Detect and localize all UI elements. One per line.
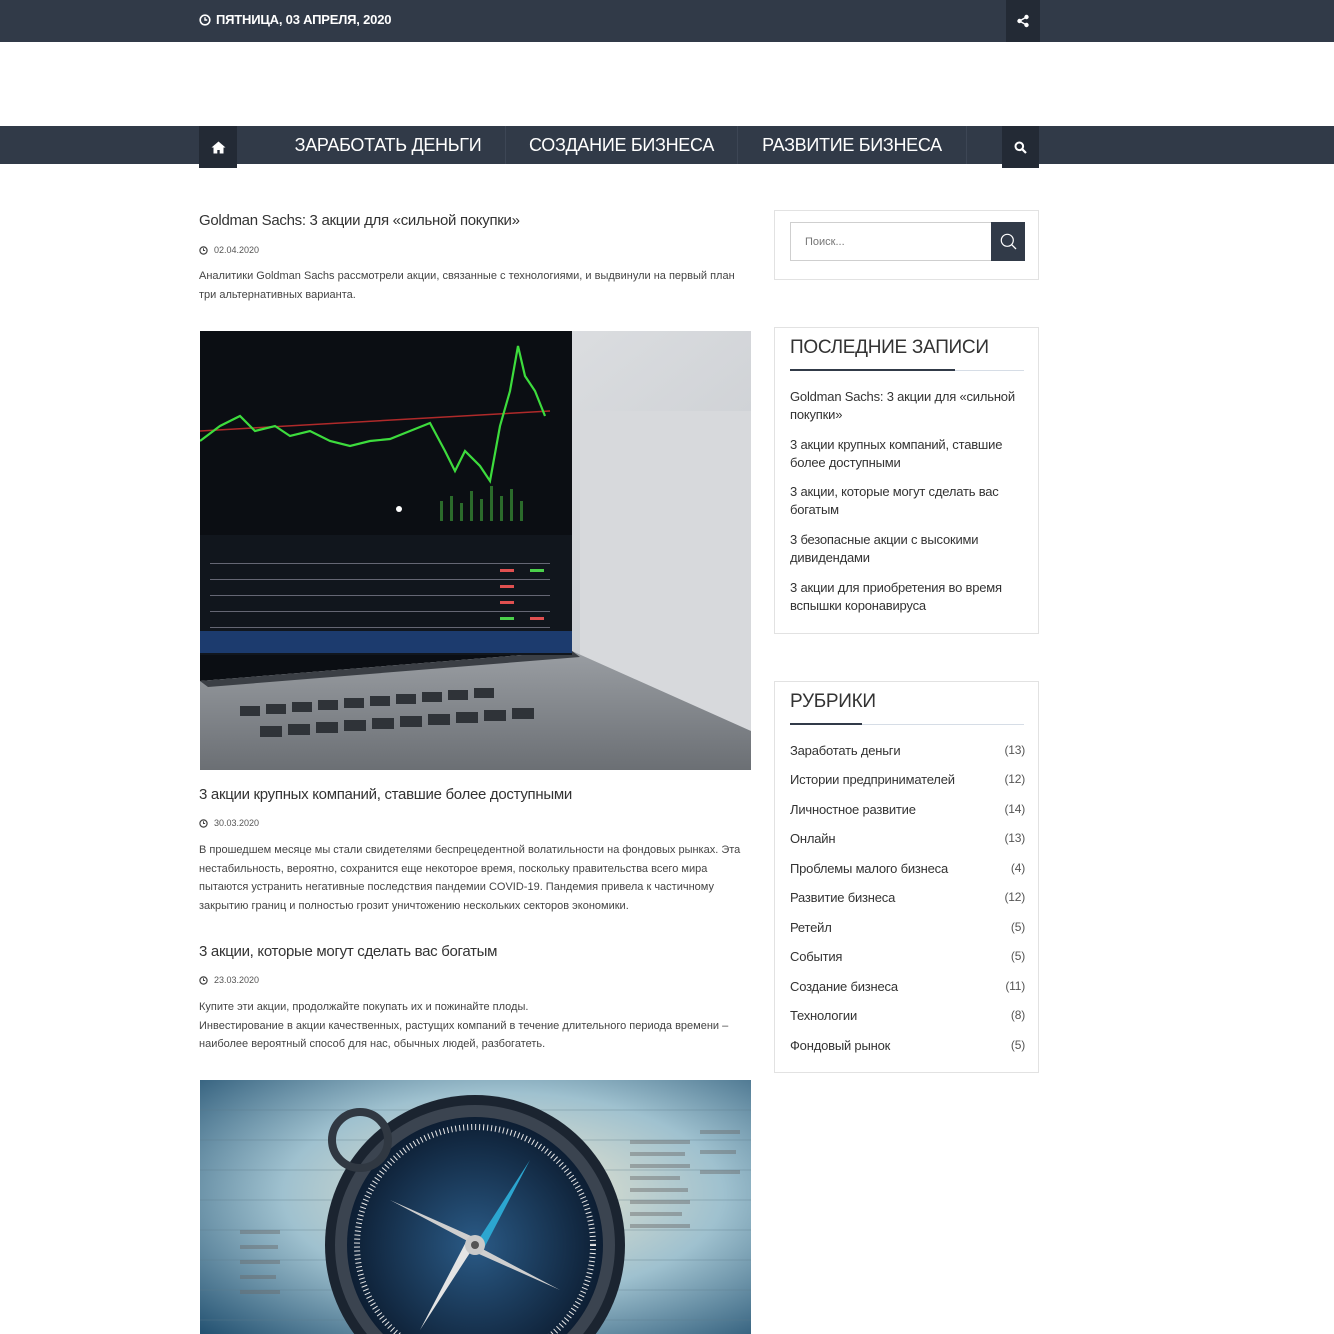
category-name[interactable]: Проблемы малого бизнеса [790,861,948,881]
post-date: 30.03.2020 [199,818,259,828]
category-item[interactable]: Технологии (8) [790,1008,1025,1028]
recent-posts-widget: ПОСЛЕДНИЕ ЗАПИСИ Goldman Sachs: 3 акции … [774,327,1039,634]
category-item[interactable]: Ретейл (5) [790,920,1025,940]
search-input[interactable] [791,223,991,260]
category-count: (5) [1010,949,1025,963]
category-name[interactable]: Личностное развитие [790,802,916,822]
post-date-text: 02.04.2020 [214,245,260,255]
post-excerpt-line: Инвестирование в акции качественных, рас… [199,1019,729,1051]
clock-icon [199,975,208,985]
clock-icon [199,13,211,26]
category-name[interactable]: Создание бизнеса [790,979,898,999]
category-item[interactable]: События (5) [790,949,1025,969]
nav-search-button[interactable] [1002,126,1039,168]
post-excerpt: В прошедшем месяце мы стали свидетелями … [199,844,741,912]
category-count: (11) [1005,979,1025,993]
recent-post-link[interactable]: 3 акции крупных компаний, ставшие более … [790,436,1015,472]
post-date: 23.03.2020 [199,975,259,985]
share-button[interactable] [1006,0,1040,42]
category-item[interactable]: Личностное развитие (14) [790,802,1025,822]
recent-post-link[interactable]: 3 акции для приобретения во время вспышк… [790,579,1015,615]
category-count: (5) [1010,920,1025,934]
header-date: ПЯТНИЦА, 03 АПРЕЛЯ, 2020 [199,12,391,27]
search-form [790,222,1025,261]
search-icon [1014,141,1027,154]
category-name[interactable]: Истории предпринимателей [790,772,955,792]
category-item[interactable]: Фондовый рынок (5) [790,1038,1025,1058]
post-date: 02.04.2020 [199,245,259,255]
categories-widget: РУБРИКИ Заработать деньги (13) Истории пр… [774,681,1039,1073]
category-item[interactable]: Создание бизнеса (11) [790,979,1025,999]
recent-post-link[interactable]: Goldman Sachs: 3 акции для «сильной поку… [790,388,1015,424]
clock-icon [199,818,208,828]
clock-icon [199,245,208,255]
category-item[interactable]: Онлайн (13) [790,831,1025,851]
post-excerpt: Аналитики Goldman Sachs рассмотрели акци… [199,270,735,301]
post-image-compass[interactable] [200,1080,751,1334]
post-title[interactable]: 3 акции крупных компаний, ставшие более … [199,786,572,803]
header-date-text: ПЯТНИЦА, 03 АПРЕЛЯ, 2020 [216,12,392,27]
search-widget [774,210,1039,280]
widget-title-underline [790,723,1024,725]
category-count: (13) [1004,743,1025,757]
category-name[interactable]: Развитие бизнеса [790,890,895,910]
home-button[interactable] [199,126,237,168]
nav-item-business-creation[interactable]: СОЗДАНИЕ БИЗНЕСА [505,126,738,164]
category-name[interactable]: Фондовый рынок [790,1038,890,1058]
search-submit-button[interactable] [991,222,1025,261]
category-name[interactable]: Заработать деньги [790,743,901,763]
category-name[interactable]: События [790,949,842,969]
category-count: (4) [1010,861,1025,875]
post-image-laptop-chart[interactable] [200,331,751,770]
post-date-text: 23.03.2020 [214,975,260,985]
post-excerpt-line: Купите эти акции, продолжайте покупать и… [199,1001,529,1013]
post-date-text: 30.03.2020 [214,818,260,828]
category-count: (5) [1010,1038,1025,1052]
recent-post-link[interactable]: 3 акции, которые могут сделать вас богат… [790,483,1015,519]
category-count: (12) [1004,772,1025,786]
recent-post-link[interactable]: 3 безопасные акции с высокими дивидендам… [790,531,1015,567]
category-item[interactable]: Проблемы малого бизнеса (4) [790,861,1025,881]
category-count: (8) [1010,1008,1025,1022]
nav-divider [966,126,967,164]
nav-item-business-development[interactable]: РАЗВИТИЕ БИЗНЕСА [737,126,967,164]
post-excerpt: Купите эти акции, продолжайте покупать и… [199,998,754,1054]
category-item[interactable]: Развитие бизнеса (12) [790,890,1025,910]
category-count: (14) [1004,802,1025,816]
category-name[interactable]: Технологии [790,1008,857,1028]
widget-title-underline [790,369,1024,371]
category-name[interactable]: Ретейл [790,920,832,940]
home-icon [211,141,225,153]
nav-item-make-money[interactable]: ЗАРАБОТАТЬ ДЕНЬГИ [268,126,508,164]
main-nav: ЗАРАБОТАТЬ ДЕНЬГИ СОЗДАНИЕ БИЗНЕСА РАЗВИ… [0,126,1334,168]
post-title[interactable]: Goldman Sachs: 3 акции для «сильной поку… [199,212,520,229]
search-icon [1000,233,1016,250]
category-count: (13) [1004,831,1025,845]
top-bar: ПЯТНИЦА, 03 АПРЕЛЯ, 2020 [0,0,1334,42]
category-item[interactable]: Заработать деньги (13) [790,743,1025,763]
category-name[interactable]: Онлайн [790,831,836,851]
category-item[interactable]: Истории предпринимателей (12) [790,772,1025,792]
widget-title: ПОСЛЕДНИЕ ЗАПИСИ [790,337,989,358]
share-icon [1017,14,1029,28]
widget-title: РУБРИКИ [790,691,876,712]
category-count: (12) [1004,890,1025,904]
post-title[interactable]: 3 акции, которые могут сделать вас богат… [199,943,497,960]
